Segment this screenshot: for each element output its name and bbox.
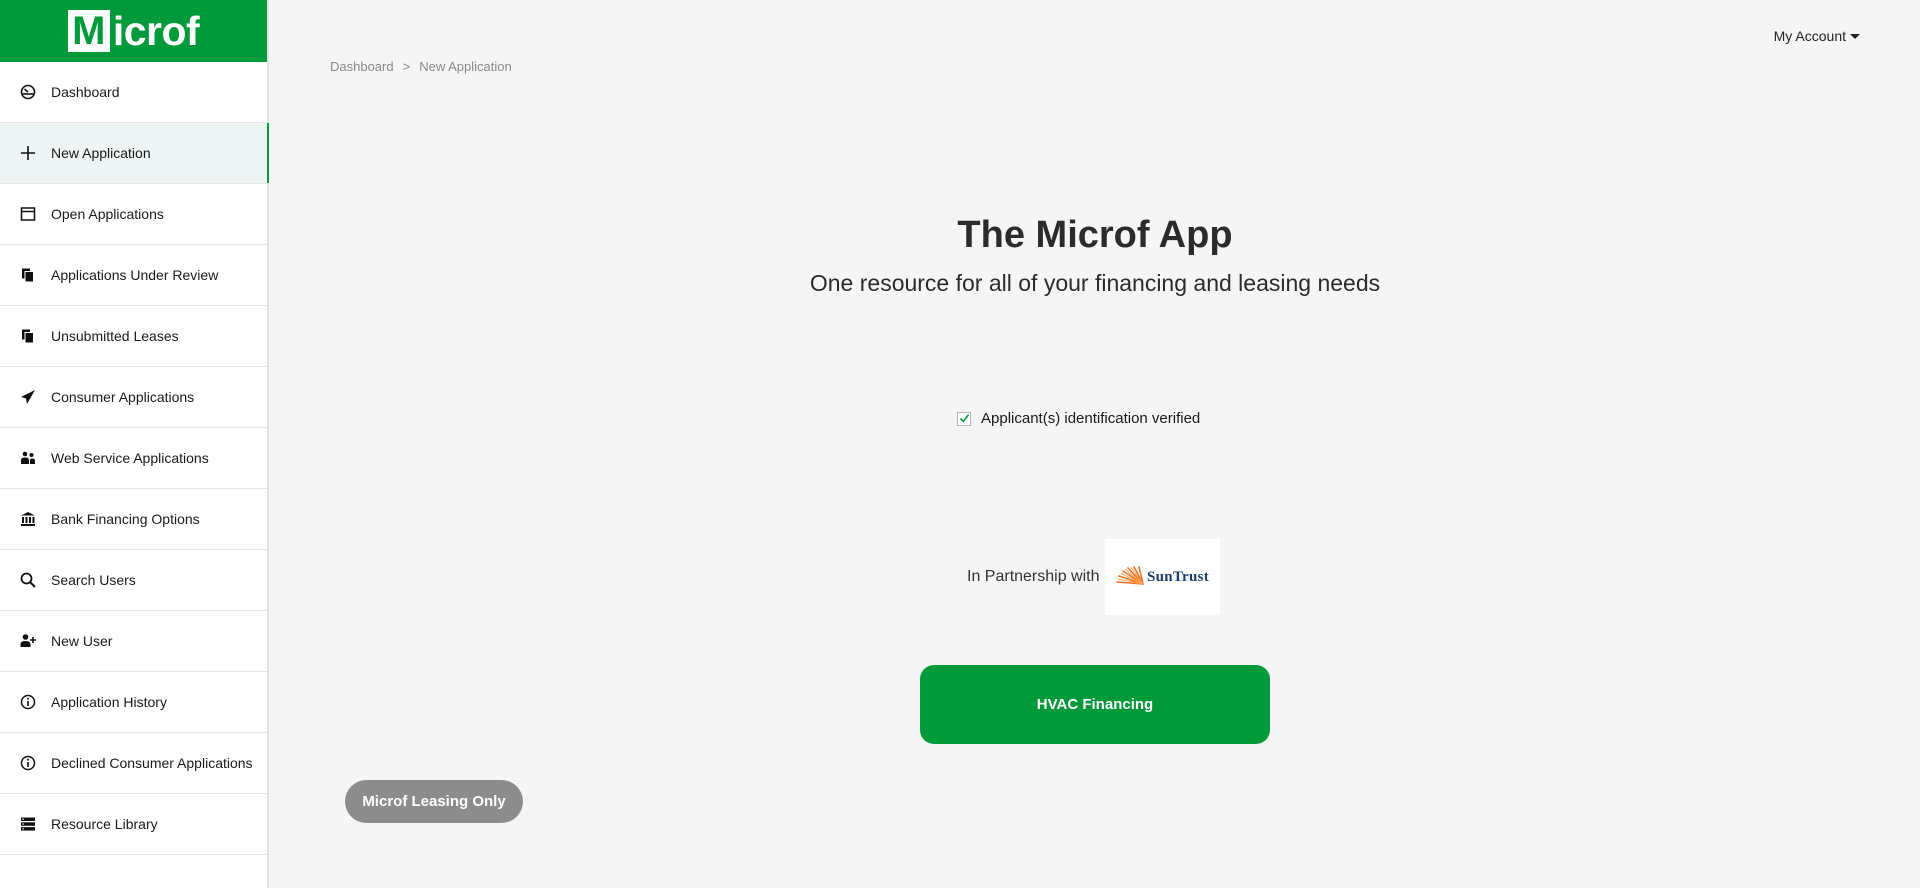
breadcrumb-current: New Application <box>419 59 512 74</box>
page-title: The Microf App <box>957 214 1233 256</box>
checkmark-icon <box>959 414 969 423</box>
info-circle-icon <box>19 754 37 772</box>
server-stack-icon <box>19 815 37 833</box>
logo-text: icrof <box>112 8 200 54</box>
dashboard-gauge-icon <box>19 83 37 101</box>
sidebar-item-label: Declined Consumer Applications <box>51 755 253 771</box>
sidebar-item-bank-financing-options[interactable]: Bank Financing Options <box>0 489 267 550</box>
breadcrumb-separator: > <box>402 59 411 74</box>
identification-verified-checkbox-row[interactable]: Applicant(s) identification verified <box>957 410 1200 427</box>
info-circle-icon <box>19 693 37 711</box>
hvac-financing-button[interactable]: HVAC Financing <box>920 665 1270 744</box>
sidebar: M icrof Dashboard New Application Open A… <box>0 0 269 888</box>
sidebar-item-label: Open Applications <box>51 206 164 222</box>
identification-verified-label: Applicant(s) identification verified <box>981 410 1201 427</box>
sidebar-item-open-applications[interactable]: Open Applications <box>0 184 267 245</box>
sidebar-item-label: Application History <box>51 694 167 710</box>
sidebar-item-label: Search Users <box>51 572 136 588</box>
sidebar-item-dashboard[interactable]: Dashboard <box>0 62 267 123</box>
suntrust-logo-text: SunTrust <box>1146 568 1210 585</box>
sidebar-item-label: Consumer Applications <box>51 389 195 405</box>
sidebar-item-label: Bank Financing Options <box>51 511 200 527</box>
breadcrumb: Dashboard > New Application <box>330 59 512 74</box>
sidebar-item-unsubmitted-leases[interactable]: Unsubmitted Leases <box>0 306 267 367</box>
sidebar-item-label: Resource Library <box>51 816 158 832</box>
logo-bar: M icrof <box>0 0 267 62</box>
sidebar-item-new-user[interactable]: New User <box>0 611 267 672</box>
partnership-section: In Partnership with SunTrust <box>967 539 1220 615</box>
sidebar-item-search-users[interactable]: Search Users <box>0 550 267 611</box>
sidebar-nav: Dashboard New Application Open Applicati… <box>0 62 269 855</box>
sidebar-item-label: Dashboard <box>51 84 120 100</box>
sidebar-item-applications-under-review[interactable]: Applications Under Review <box>0 245 267 306</box>
search-icon <box>19 571 37 589</box>
documents-icon <box>19 327 37 345</box>
microf-leasing-only-button[interactable]: Microf Leasing Only <box>345 780 523 823</box>
sidebar-item-consumer-applications[interactable]: Consumer Applications <box>0 367 267 428</box>
add-user-icon <box>19 632 37 650</box>
calendar-window-icon <box>19 205 37 223</box>
sidebar-item-application-history[interactable]: Application History <box>0 672 267 733</box>
sidebar-item-declined-consumer-applications[interactable]: Declined Consumer Applications <box>0 733 267 794</box>
logo-initial: M <box>67 10 110 52</box>
sun-rays-icon <box>1116 566 1144 585</box>
sidebar-item-new-application[interactable]: New Application <box>0 123 269 184</box>
suntrust-logo: SunTrust <box>1104 539 1220 615</box>
bank-icon <box>19 510 37 528</box>
caret-down-icon <box>1850 34 1860 39</box>
paper-plane-icon <box>19 388 37 406</box>
my-account-label: My Account <box>1773 28 1846 44</box>
documents-icon <box>19 266 37 284</box>
sidebar-item-web-service-applications[interactable]: Web Service Applications <box>0 428 267 489</box>
sidebar-item-label: New User <box>51 633 113 649</box>
sidebar-item-label: Web Service Applications <box>51 450 209 466</box>
sidebar-item-label: New Application <box>51 145 151 161</box>
microf-logo[interactable]: M icrof <box>67 8 200 54</box>
page-subtitle: One resource for all of your financing a… <box>809 270 1381 296</box>
users-group-icon <box>19 449 37 467</box>
sidebar-item-label: Applications Under Review <box>51 267 219 283</box>
sidebar-item-label: Unsubmitted Leases <box>51 328 179 344</box>
my-account-dropdown[interactable]: My Account <box>1774 28 1860 44</box>
partnership-label: In Partnership with <box>967 568 1100 585</box>
sidebar-item-resource-library[interactable]: Resource Library <box>0 794 267 855</box>
breadcrumb-dashboard-link[interactable]: Dashboard <box>330 59 394 74</box>
plus-icon <box>19 144 37 162</box>
identification-verified-checkbox[interactable] <box>957 411 971 426</box>
